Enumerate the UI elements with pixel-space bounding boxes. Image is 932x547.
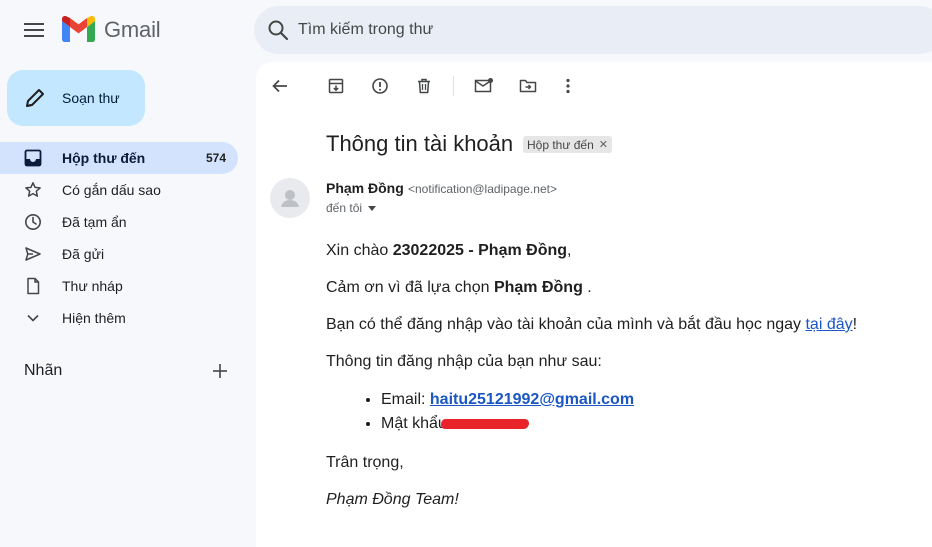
list-item: Mật khẩu xyxy=(381,412,926,436)
person-icon xyxy=(281,190,299,207)
login-link[interactable]: tại đây xyxy=(805,316,852,333)
sidebar-item-label: Đã gửi xyxy=(62,246,105,262)
sidebar-item-starred[interactable]: Có gắn dấu sao xyxy=(0,174,238,206)
chevron-down-icon xyxy=(27,314,39,322)
credentials-list: Email: haitu25121992@gmail.com Mật khẩu xyxy=(381,388,926,436)
pencil-icon xyxy=(26,89,44,107)
sidebar-item-inbox[interactable]: Hộp thư đến 574 xyxy=(0,142,238,174)
thanks-name: Phạm Đồng xyxy=(493,279,583,296)
label-chip-text: Hộp thư đến xyxy=(527,137,594,152)
caret-down-icon xyxy=(368,205,377,211)
search-bar[interactable]: Tìm kiếm trong thư xyxy=(254,6,932,54)
avatar[interactable] xyxy=(270,178,310,218)
sidebar-item-label: Đã tạm ẩn xyxy=(62,214,127,230)
sender-email: <notification@ladipage.net> xyxy=(408,182,557,196)
sidebar-item-sent[interactable]: Đã gửi xyxy=(0,238,238,270)
archive-icon xyxy=(328,78,344,94)
draft-icon xyxy=(27,277,40,295)
inbox-icon xyxy=(24,149,42,167)
greeting-line: Xin chào 23022025 - Phạm Đồng, xyxy=(326,242,572,259)
signature: Phạm Đồng Team! xyxy=(326,491,459,508)
toolbar-divider xyxy=(453,76,454,96)
label-chip[interactable]: Hộp thư đến ✕ xyxy=(523,136,612,153)
email-subject: Thông tin tài khoản xyxy=(326,131,514,156)
redaction-mark xyxy=(439,418,530,429)
login-line: Bạn có thể đăng nhập vào tài khoản của m… xyxy=(326,316,858,333)
sidebar-item-label: Thư nháp xyxy=(62,278,123,294)
arrow-left-icon xyxy=(272,79,287,93)
sidebar-item-drafts[interactable]: Thư nháp xyxy=(0,270,238,302)
send-icon xyxy=(25,247,41,261)
labels-heading: Nhãn xyxy=(24,362,63,379)
search-input[interactable]: Tìm kiếm trong thư xyxy=(298,21,433,39)
sidebar-item-label: Hiện thêm xyxy=(62,310,126,326)
sidebar-item-more[interactable]: Hiện thêm xyxy=(0,302,238,334)
compose-label: Soạn thư xyxy=(62,90,120,106)
more-options-button[interactable] xyxy=(556,74,580,98)
email-address-link[interactable]: haitu25121992@gmail.com xyxy=(430,391,634,408)
app-name: Gmail xyxy=(104,17,161,42)
archive-button[interactable] xyxy=(324,74,348,98)
compose-button[interactable]: Soạn thư xyxy=(7,70,145,126)
info-line: Thông tin đăng nhập của bạn như sau: xyxy=(326,353,602,370)
list-item: Email: haitu25121992@gmail.com xyxy=(381,388,926,412)
sender-name: Phạm Đồng xyxy=(326,180,404,196)
move-to-button[interactable] xyxy=(516,74,540,98)
recipient-label: đến tôi xyxy=(326,201,363,215)
sidebar-item-label: Có gắn dấu sao xyxy=(62,182,161,198)
folder-move-icon xyxy=(519,79,537,93)
mark-unread-button[interactable] xyxy=(472,74,496,98)
star-icon xyxy=(25,182,41,197)
report-spam-button[interactable] xyxy=(368,74,392,98)
sidebar-item-snoozed[interactable]: Đã tạm ẩn xyxy=(0,206,238,238)
gmail-logo-icon[interactable] xyxy=(62,15,95,47)
unread-count-badge: 574 xyxy=(205,151,226,165)
greeting-name: 23022025 - Phạm Đồng xyxy=(392,242,568,259)
thanks-line: Cảm ơn vì đã lựa chọn Phạm Đồng . xyxy=(326,279,592,296)
back-button[interactable] xyxy=(268,74,292,98)
hamburger-icon xyxy=(24,23,44,37)
email-body: Xin chào 23022025 - Phạm Đồng, Cảm ơn vì… xyxy=(326,240,926,526)
sidebar-item-label: Hộp thư đến xyxy=(62,150,146,166)
trash-icon xyxy=(418,78,430,94)
delete-button[interactable] xyxy=(412,74,436,98)
remove-label-icon[interactable]: ✕ xyxy=(599,138,608,151)
more-vert-icon xyxy=(566,78,570,94)
closing-line: Trân trọng, xyxy=(326,454,404,471)
email-view-panel: Thông tin tài khoản Hộp thư đến ✕ Phạm Đ… xyxy=(256,62,932,547)
search-icon[interactable] xyxy=(266,18,290,42)
main-menu-button[interactable] xyxy=(14,10,54,50)
mail-unread-icon xyxy=(474,78,493,93)
alert-circle-icon xyxy=(372,78,388,94)
recipient-details[interactable]: đến tôi xyxy=(326,201,377,215)
add-label-button[interactable] xyxy=(210,361,230,381)
plus-icon xyxy=(213,364,227,378)
clock-icon xyxy=(25,214,41,230)
